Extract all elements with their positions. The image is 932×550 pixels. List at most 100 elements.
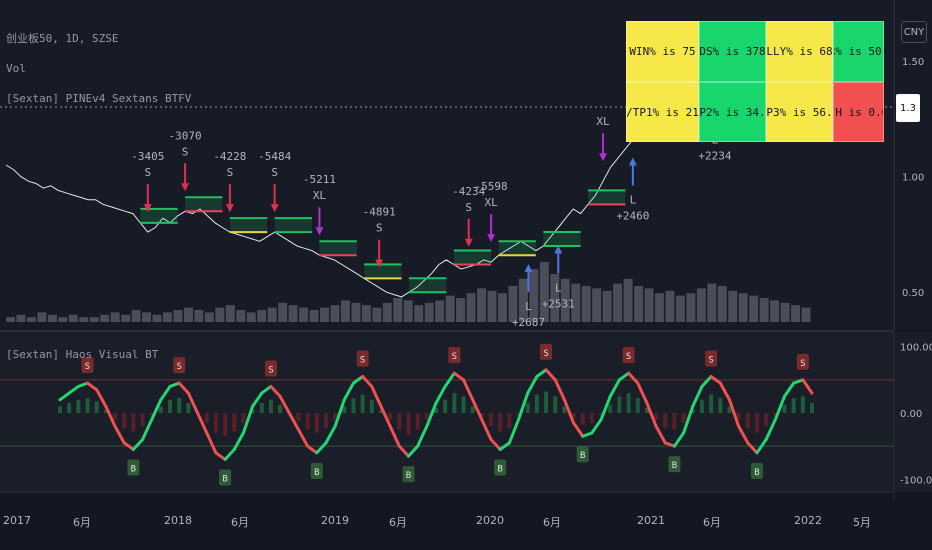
volume-bar — [215, 307, 225, 322]
buy-signal-text: B — [222, 474, 227, 484]
sell-signal-text: S — [177, 362, 182, 372]
oscillator-histogram-bar — [461, 396, 466, 413]
volume-bar — [707, 283, 717, 322]
volume-bar — [529, 269, 539, 322]
buy-signal-text: B — [314, 468, 319, 478]
volume-bar — [634, 286, 644, 322]
volume-bar — [16, 314, 26, 322]
volume-bar — [382, 302, 392, 322]
volume-bar — [246, 312, 256, 322]
sell-signal-text: S — [85, 362, 90, 372]
oscillator-histogram-bar — [452, 393, 457, 413]
oscillator-histogram-bar — [489, 413, 494, 427]
volume-bar — [445, 295, 455, 322]
level-zone — [229, 218, 268, 233]
volume-bar — [696, 288, 706, 322]
sell-signal-text: S — [360, 356, 365, 366]
volume-bar — [654, 293, 664, 322]
oscillator-histogram-bar — [635, 398, 640, 413]
trade-tag: S — [144, 166, 151, 179]
oscillator-histogram-bar — [67, 403, 72, 413]
oscillator-histogram-bar — [800, 396, 805, 413]
level-zone — [409, 278, 447, 293]
oscillator-histogram-bar — [443, 399, 448, 413]
main-indicator-label[interactable]: [Sextan] PINEv4 Sextans BTFV — [6, 92, 191, 105]
oscillator-histogram-bar — [113, 413, 118, 420]
volume-bar — [477, 288, 487, 322]
volume-bar — [183, 307, 193, 322]
oscillator-histogram-bar — [278, 404, 283, 413]
oscillator-histogram-bar — [388, 413, 393, 420]
volume-bar — [68, 314, 78, 322]
trade-value: -5484 — [258, 150, 291, 163]
volume-bar — [257, 310, 267, 322]
oscillator-histogram-bar — [323, 413, 328, 428]
volume-bar — [749, 295, 759, 322]
x-axis-tick: 2017 — [3, 514, 31, 527]
stat-cell: ER% is 50.9 — [833, 21, 884, 82]
oscillator-histogram-bar — [681, 413, 686, 423]
stats-table: WIN% is 75ODDS% is 378.6KELLY% is 68.4ER… — [626, 21, 884, 142]
trade-value: -3405 — [131, 150, 164, 163]
price-axis-tick: 1.00 — [902, 173, 924, 184]
oscillator-histogram-bar — [745, 413, 750, 428]
oscillator-histogram-bar — [232, 413, 237, 432]
oscillator-indicator-label[interactable]: [Sextan] Haos Visual BT — [6, 348, 158, 361]
stat-cell: WIN% is 75 — [626, 21, 699, 82]
volume-bar — [89, 317, 99, 322]
trade-tag: S — [227, 166, 234, 179]
oscillator-histogram-bar — [58, 406, 62, 413]
volume-bar — [173, 310, 183, 322]
stat-cell: TP3% is 56.2 — [766, 82, 833, 142]
oscillator-histogram-bar — [314, 413, 319, 433]
trade-tag: S — [182, 145, 189, 158]
oscillator-histogram-bar — [608, 404, 613, 413]
trade-value: -4891 — [363, 206, 396, 219]
sell-signal-text: S — [626, 352, 631, 362]
x-axis-tick: 2020 — [476, 514, 504, 527]
oscillator-histogram-bar — [268, 399, 273, 413]
buy-signal-text: B — [754, 468, 759, 478]
volume-bar — [497, 293, 507, 322]
oscillator-histogram-bar — [351, 398, 356, 413]
sell-signal-text: S — [543, 349, 548, 359]
volume-bar — [194, 310, 204, 322]
volume-indicator-label[interactable]: Vol — [6, 62, 26, 75]
level-zone — [140, 208, 178, 223]
symbol-title[interactable]: 创业板50, 1D, SZSE — [6, 30, 118, 46]
oscillator-histogram-bar — [654, 413, 659, 420]
volume-bar — [361, 305, 371, 322]
volume-bar — [288, 305, 298, 322]
x-axis-tick: 6月 — [703, 516, 721, 529]
trade-tag: S — [271, 166, 278, 179]
level-zone — [543, 231, 581, 246]
volume-bar — [267, 307, 277, 322]
oscillator-histogram-bar — [534, 394, 539, 413]
oscillator-histogram-bar — [397, 413, 402, 430]
volume-bar — [6, 317, 15, 322]
trade-tag: S — [376, 222, 383, 235]
x-axis-tick: 2022 — [794, 514, 822, 527]
volume-bar — [759, 298, 769, 322]
volume-bar — [100, 314, 110, 322]
volume-bar — [539, 262, 549, 322]
oscillator-histogram-bar — [213, 413, 218, 433]
trade-value: +2234 — [698, 149, 731, 162]
oscillator-histogram-bar — [754, 413, 759, 433]
volume-bar — [801, 307, 811, 322]
volume-bar — [142, 312, 152, 322]
currency-badge[interactable]: CNY — [901, 21, 927, 43]
volume-bar — [225, 305, 235, 322]
oscillator-histogram-bar — [764, 413, 769, 427]
oscillator-histogram-bar — [791, 398, 796, 413]
sell-signal-text: S — [268, 365, 273, 375]
price-axis-tick: 0.50 — [902, 288, 924, 299]
trade-value: -5211 — [303, 173, 336, 186]
oscillator-histogram-bar — [131, 413, 136, 432]
level-zone — [364, 264, 402, 279]
oscillator-histogram-bar — [424, 413, 429, 420]
volume-bar — [152, 314, 162, 322]
volume-bar — [770, 300, 780, 322]
oscillator-histogram-bar — [544, 391, 549, 413]
oscillator-histogram-bar — [498, 413, 503, 432]
